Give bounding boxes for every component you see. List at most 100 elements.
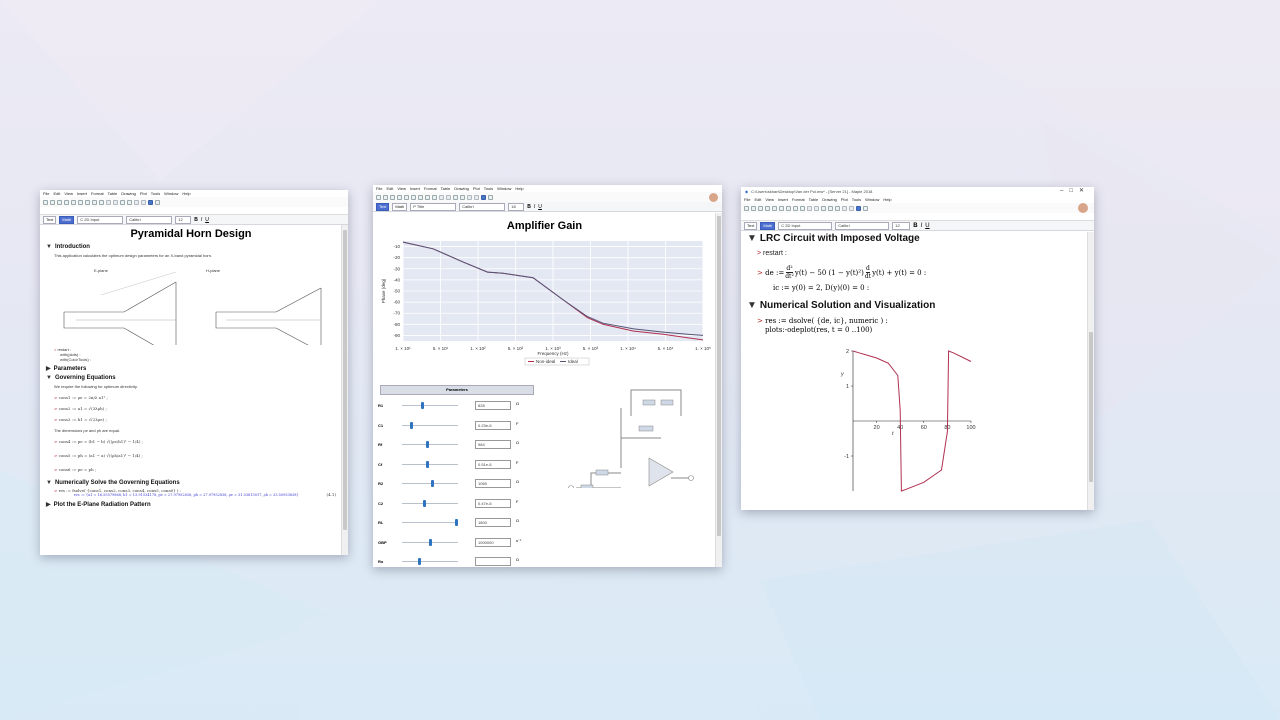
section-governing-equations[interactable]: Governing Equations	[55, 375, 116, 381]
menu-file[interactable]: File	[43, 191, 49, 196]
new-icon[interactable]	[376, 194, 381, 200]
copy-icon[interactable]	[411, 194, 416, 200]
cut-icon[interactable]	[404, 194, 409, 200]
menu-plot[interactable]: Plot	[473, 186, 480, 191]
collapse-triangle-icon[interactable]: ▼	[46, 375, 52, 381]
save-icon[interactable]	[57, 199, 62, 205]
slider-handle[interactable]	[420, 402, 424, 409]
insert-text-icon[interactable]	[106, 199, 111, 205]
underline-button[interactable]: U	[925, 223, 929, 229]
right-scroll-thumb[interactable]	[1089, 332, 1093, 482]
help-icon[interactable]	[488, 194, 493, 200]
collapse-triangle-icon[interactable]: ▼	[747, 233, 757, 244]
stop-icon[interactable]	[127, 199, 132, 205]
parameter-value-field[interactable]: 984	[475, 440, 511, 449]
menu-help[interactable]: Help	[515, 186, 523, 191]
slider-handle[interactable]	[409, 421, 413, 429]
cut-icon[interactable]	[71, 199, 76, 205]
execute-icon[interactable]	[453, 194, 458, 200]
menu-table[interactable]: Table	[809, 197, 819, 202]
middle-scroll-thumb[interactable]	[717, 216, 721, 536]
menu-drawing[interactable]: Drawing	[454, 186, 469, 191]
left-scroll-thumb[interactable]	[343, 230, 347, 530]
parameter-slider[interactable]	[402, 519, 458, 526]
cons6-line[interactable]: cons6 := pe = ph ;	[59, 467, 97, 472]
menu-help[interactable]: Help	[883, 197, 891, 202]
math-mode-button[interactable]: Math	[760, 221, 776, 230]
maximize-icon[interactable]: □	[1069, 188, 1079, 194]
close-icon[interactable]: ✕	[1079, 188, 1090, 194]
insert-math-icon[interactable]	[814, 205, 819, 211]
save-icon[interactable]	[390, 194, 395, 200]
new-icon[interactable]	[43, 199, 48, 205]
menu-drawing[interactable]: Drawing	[121, 191, 136, 196]
menu-format[interactable]: Format	[91, 191, 104, 196]
menu-window[interactable]: Window	[164, 191, 178, 196]
slider-handle[interactable]	[455, 519, 458, 526]
panel-icon[interactable]	[481, 194, 486, 200]
menu-view[interactable]: View	[765, 197, 774, 202]
menu-view[interactable]: View	[64, 191, 73, 196]
parameter-slider[interactable]	[402, 441, 458, 448]
insert-text-icon[interactable]	[807, 205, 812, 211]
font-dropdown[interactable]: Calibri	[835, 221, 890, 230]
slider-handle[interactable]	[425, 441, 429, 448]
section-plot-eplane[interactable]: Plot the E-Plane Radiation Pattern	[54, 502, 151, 508]
paste-icon[interactable]	[85, 199, 90, 205]
section-parameters[interactable]: Parameters	[54, 366, 87, 372]
paste-icon[interactable]	[786, 205, 791, 211]
font-size-dropdown[interactable]: 12	[892, 221, 911, 230]
cons1-line[interactable]: cons1 := ρe = 2π/λ a1² ;	[59, 395, 108, 400]
help-icon[interactable]	[863, 205, 868, 211]
parameter-value-field[interactable]: 0.51e-6	[475, 459, 511, 469]
ic-line[interactable]: ic := y(0) = 2, D(y)(0) = 0 :	[773, 284, 1082, 292]
italic-button[interactable]: I	[201, 217, 202, 223]
menu-file[interactable]: File	[376, 186, 382, 191]
menu-window[interactable]: Window	[497, 186, 511, 191]
undo-icon[interactable]	[92, 199, 97, 205]
style-dropdown[interactable]: C 2D Input	[778, 221, 833, 230]
help-icon[interactable]	[155, 199, 160, 205]
style-dropdown[interactable]: C 2D Input	[77, 215, 124, 224]
open-icon[interactable]	[383, 194, 388, 200]
restart-icon[interactable]	[835, 205, 840, 211]
text-mode-button[interactable]: Text	[376, 202, 390, 211]
parameter-value-field[interactable]: 1800	[475, 518, 511, 527]
parameter-slider[interactable]	[402, 558, 458, 565]
text-mode-button[interactable]: Text	[43, 215, 57, 224]
cons4-line[interactable]: cons4 := pe = (b1 − b) √((ρe/b1)² − 1/4)…	[59, 439, 143, 444]
zoom-out-icon[interactable]	[141, 199, 146, 205]
zoom-out-icon[interactable]	[474, 194, 479, 200]
slider-handle[interactable]	[425, 460, 429, 468]
print-icon[interactable]	[64, 199, 69, 205]
redo-icon[interactable]	[432, 194, 437, 200]
parameter-slider[interactable]	[402, 499, 458, 507]
italic-button[interactable]: I	[921, 223, 923, 229]
slider-handle[interactable]	[431, 480, 435, 487]
parameter-slider[interactable]	[402, 538, 458, 546]
menu-edit[interactable]: Edit	[386, 186, 393, 191]
bold-button[interactable]: B	[913, 223, 917, 229]
menu-file[interactable]: File	[744, 197, 750, 202]
execute-icon[interactable]	[120, 199, 125, 205]
collapse-triangle-icon[interactable]: ▼	[46, 244, 52, 250]
avatar[interactable]	[1078, 203, 1088, 213]
menu-format[interactable]: Format	[792, 197, 805, 202]
insert-math-icon[interactable]	[113, 199, 118, 205]
menu-window[interactable]: Window	[865, 197, 879, 202]
menu-format[interactable]: Format	[424, 186, 437, 191]
menu-plot[interactable]: Plot	[140, 191, 147, 196]
menu-insert[interactable]: Insert	[77, 191, 87, 196]
underline-button[interactable]: U	[538, 204, 542, 210]
menu-table[interactable]: Table	[108, 191, 118, 196]
zoom-in-icon[interactable]	[842, 205, 847, 211]
redo-icon[interactable]	[800, 205, 805, 211]
section-introduction[interactable]: Introduction	[55, 244, 90, 250]
redo-icon[interactable]	[99, 199, 104, 205]
odeplot-line[interactable]: plots:-odeplot(res, t = 0 ..100)	[765, 326, 1082, 334]
font-dropdown[interactable]: Calibri	[126, 215, 173, 224]
undo-icon[interactable]	[425, 194, 430, 200]
font-size-dropdown[interactable]: 18	[508, 202, 525, 211]
menu-tools[interactable]: Tools	[151, 191, 160, 196]
with-colortools-line[interactable]: with(ColorTools) :	[60, 357, 336, 362]
